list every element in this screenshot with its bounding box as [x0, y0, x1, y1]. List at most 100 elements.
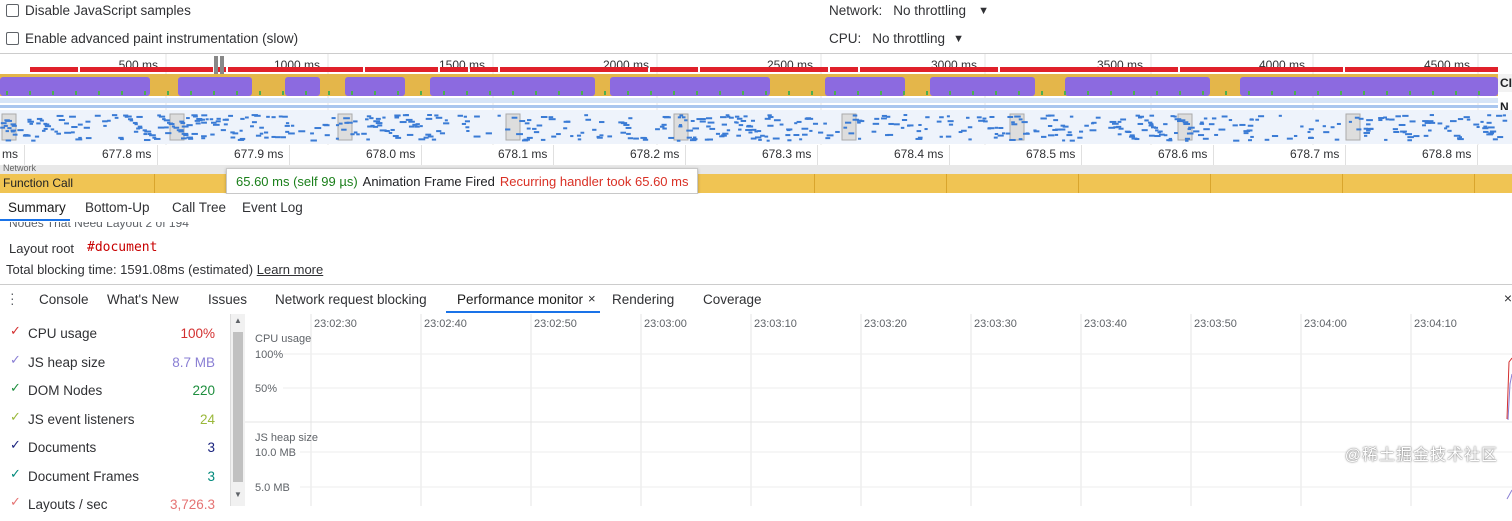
- frame-mark: [1221, 115, 1228, 118]
- function-call-divider: [154, 174, 155, 193]
- tab-console[interactable]: Console: [39, 292, 89, 307]
- overview-chart[interactable]: 500 ms 1000 ms 1500 ms 2000 ms 2500 ms 3000 m…: [0, 54, 1512, 146]
- advanced-paint-row[interactable]: Enable advanced paint instrumentation (s…: [6, 31, 298, 46]
- selection-handle-left: [214, 56, 218, 74]
- frame-mark: [466, 130, 470, 133]
- frame-mark: [1483, 130, 1489, 133]
- metric-check-icon[interactable]: ✓: [10, 466, 21, 482]
- metric-check-icon[interactable]: ✓: [10, 437, 21, 453]
- layout-root-link[interactable]: #document: [87, 240, 157, 255]
- frame-mark: [1407, 139, 1412, 142]
- frame-mark: [1264, 138, 1270, 141]
- network-throttling[interactable]: Network: No throttling ▼: [829, 3, 989, 18]
- frame-mark: [585, 118, 592, 121]
- frame-mark: [620, 122, 628, 125]
- frame-mark: [679, 114, 684, 117]
- frame-mark: [11, 124, 17, 127]
- frame-mark: [31, 139, 36, 142]
- paint-mark: [650, 91, 652, 95]
- frame-mark: [275, 136, 281, 139]
- cpu-throttling-select[interactable]: No throttling: [872, 31, 945, 46]
- event-tooltip: 65.60 ms (self 99 µs) Animation Frame Fi…: [226, 168, 699, 194]
- frame-mark: [809, 129, 813, 132]
- frame-mark: [1384, 138, 1388, 141]
- detail-tick-label: 678.8 ms: [1422, 147, 1472, 161]
- frame-mark: [1271, 135, 1279, 138]
- close-tab-icon[interactable]: ×: [588, 291, 596, 306]
- more-tabs-icon[interactable]: · · ·: [10, 286, 20, 310]
- frame-mark: [188, 137, 194, 140]
- paint-mark: [1018, 91, 1020, 95]
- tab-issues[interactable]: Issues: [208, 292, 247, 307]
- frame-mark: [114, 116, 119, 119]
- metrics-scrollbar[interactable]: ▲ ▼: [230, 314, 245, 506]
- tab-event-log[interactable]: Event Log: [242, 200, 303, 215]
- disable-js-samples-checkbox[interactable]: [6, 4, 19, 17]
- frame-mark: [1447, 129, 1452, 132]
- frame-mark: [705, 117, 713, 120]
- frame-mark: [497, 114, 501, 117]
- frame-mark: [823, 122, 827, 125]
- frame-mark: [946, 115, 950, 118]
- tab-coverage[interactable]: Coverage: [703, 292, 762, 307]
- frame-mark: [435, 116, 443, 119]
- scroll-down-icon[interactable]: ▼: [234, 490, 242, 499]
- scrollbar-thumb[interactable]: [233, 332, 243, 482]
- frame-mark: [901, 119, 908, 122]
- metric-row[interactable]: ✓ JS heap size 8.7 MB: [0, 351, 230, 379]
- advanced-paint-checkbox[interactable]: [6, 32, 19, 45]
- frame-mark: [989, 115, 995, 118]
- scroll-up-icon[interactable]: ▲: [234, 316, 242, 325]
- frame-mark: [740, 119, 747, 122]
- frame-mark: [485, 132, 492, 135]
- cpu-dropdown-icon[interactable]: ▼: [953, 33, 964, 45]
- frame-mark: [1393, 130, 1400, 133]
- network-throttling-select[interactable]: No throttling: [893, 3, 966, 18]
- frame-mark: [1151, 126, 1157, 129]
- frame-mark: [1002, 132, 1006, 135]
- frame-mark: [322, 123, 329, 126]
- timeline-overview[interactable]: 500 ms 1000 ms 1500 ms 2000 ms 2500 ms 3000 m…: [0, 53, 1512, 146]
- frame-mark: [1117, 120, 1122, 123]
- tab-network-request-blocking[interactable]: Network request blocking: [275, 292, 427, 307]
- metric-check-icon[interactable]: ✓: [10, 352, 21, 368]
- tab-summary[interactable]: Summary: [8, 200, 66, 215]
- tab-performance-monitor[interactable]: Performance monitor: [457, 292, 583, 307]
- metric-row[interactable]: ✓ DOM Nodes 220: [0, 379, 230, 407]
- network-dropdown-icon[interactable]: ▼: [978, 5, 989, 17]
- frame-mark: [3, 124, 8, 127]
- frame-mark: [925, 116, 930, 119]
- metric-check-icon[interactable]: ✓: [10, 323, 21, 339]
- learn-more-link[interactable]: Learn more: [257, 262, 323, 277]
- metric-row[interactable]: ✓ Layouts / sec 3,726.3: [0, 493, 230, 521]
- frame-mark: [1041, 135, 1047, 138]
- metric-row[interactable]: ✓ Document Frames 3: [0, 465, 230, 493]
- frame-mark: [1062, 139, 1066, 142]
- frame-mark: [212, 123, 220, 126]
- metric-check-icon[interactable]: ✓: [10, 380, 21, 396]
- frame-mark: [0, 126, 6, 129]
- metric-check-icon[interactable]: ✓: [10, 409, 21, 425]
- frame-mark: [250, 125, 254, 128]
- frame-mark: [1067, 131, 1072, 134]
- disable-js-samples-row[interactable]: Disable JavaScript samples: [6, 3, 191, 18]
- tab-bottom-up[interactable]: Bottom-Up: [85, 200, 150, 215]
- metric-row[interactable]: ✓ CPU usage 100%: [0, 322, 230, 350]
- network-label: Network:: [829, 3, 883, 18]
- frame-mark: [536, 124, 543, 127]
- cpu-throttling[interactable]: CPU: No throttling ▼: [829, 31, 964, 46]
- metric-row[interactable]: ✓ Documents 3: [0, 436, 230, 464]
- tab-rendering[interactable]: Rendering: [612, 292, 674, 307]
- metric-row[interactable]: ✓ JS event listeners 24: [0, 408, 230, 436]
- frame-mark: [139, 126, 143, 129]
- frame-mark: [439, 132, 446, 135]
- frame-mark: [576, 134, 582, 137]
- frame-mark: [392, 135, 399, 138]
- close-drawer-icon[interactable]: ×: [1504, 290, 1512, 306]
- frame-mark: [806, 117, 814, 120]
- frame-mark: [1113, 126, 1119, 129]
- tab-whats-new[interactable]: What's New: [107, 292, 179, 307]
- frame-mark: [1148, 134, 1155, 137]
- metric-check-icon[interactable]: ✓: [10, 494, 21, 510]
- tab-call-tree[interactable]: Call Tree: [172, 200, 226, 215]
